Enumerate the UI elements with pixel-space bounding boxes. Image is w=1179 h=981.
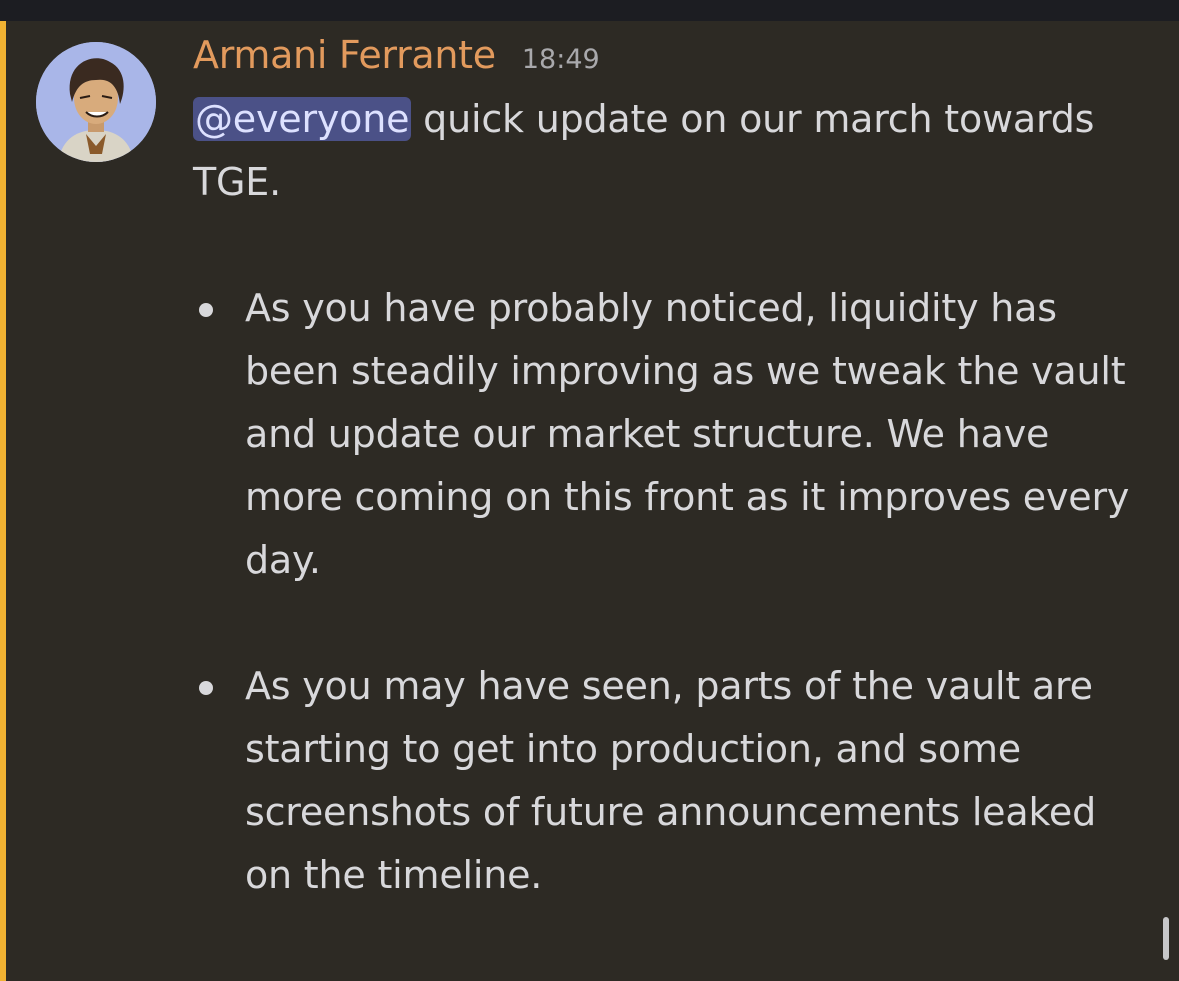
avatar-illustration-icon	[36, 42, 156, 162]
bullet-list: As you have probably noticed, liquidity …	[193, 277, 1153, 907]
message-timestamp: 18:49	[521, 44, 600, 75]
list-item: As you may have seen, parts of the vault…	[193, 655, 1153, 907]
message-header: Armani Ferrante 18:49	[193, 33, 600, 77]
everyone-mention[interactable]: @everyone	[193, 97, 412, 141]
user-avatar[interactable]	[36, 42, 156, 162]
top-bar	[0, 0, 1179, 21]
message-content: @everyone quick update on our march towa…	[193, 88, 1153, 970]
chat-message: Armani Ferrante 18:49 @everyone quick up…	[0, 21, 1179, 981]
list-item-text: As you may have seen, parts of the vault…	[245, 664, 1096, 897]
bullet-dot-icon	[199, 303, 213, 317]
author-name[interactable]: Armani Ferrante	[193, 33, 496, 77]
bullet-dot-icon	[199, 681, 213, 695]
list-item: As you have probably noticed, liquidity …	[193, 277, 1153, 592]
message-intro: @everyone quick update on our march towa…	[193, 88, 1153, 214]
list-item-text: As you have probably noticed, liquidity …	[245, 286, 1130, 582]
scrollbar-thumb[interactable]	[1163, 917, 1169, 960]
